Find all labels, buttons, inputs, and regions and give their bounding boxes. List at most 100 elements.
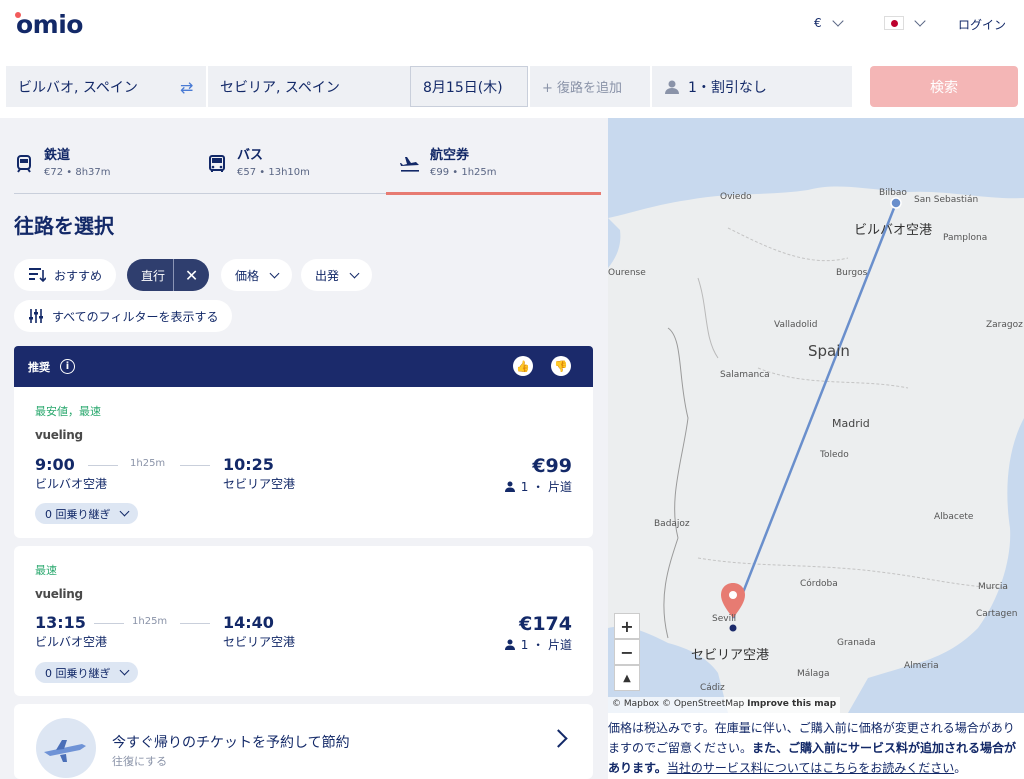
tab-label: 航空券	[430, 148, 470, 163]
transport-mode-tabs: 鉄道 €72 • 8h37m バス €57 • 13h10m 航空券 €99 •…	[14, 144, 601, 195]
map-label: Burgos	[836, 268, 868, 278]
promo-title: 今すぐ帰りのチケットを予約して節約	[112, 735, 350, 751]
duration: 1h25m	[132, 616, 168, 627]
destination-field[interactable]: セビリア, スペイン	[208, 66, 410, 107]
price-filter-chip[interactable]: 価格	[221, 259, 293, 291]
origin-airport-label: ビルバオ空港	[854, 223, 933, 238]
all-filters-chip[interactable]: すべてのフィルターを表示する	[14, 300, 233, 332]
map-attribution: © Mapbox © OpenStreetMap Improve this ma…	[608, 697, 841, 713]
origin-field[interactable]: ビルバオ, スペイン	[6, 66, 206, 107]
close-icon[interactable]: ✕	[173, 259, 209, 291]
stops-label: 0 回乗り継ぎ	[45, 666, 111, 680]
map-label: San Sebastián	[914, 195, 979, 205]
tab-train[interactable]: 鉄道 €72 • 8h37m	[14, 144, 111, 194]
language-selector[interactable]	[884, 15, 926, 30]
filter-sliders-icon	[29, 309, 43, 323]
promo-subtitle: 往復にする	[112, 755, 168, 768]
service-fee-link[interactable]: 当社のサービス料についてはこちらをお読みください	[667, 761, 954, 775]
sort-recommended-chip[interactable]: おすすめ	[14, 259, 117, 291]
top-bar: omio € ログイン	[0, 0, 1024, 56]
duration-line	[94, 623, 124, 624]
map-label: Córdoba	[800, 579, 838, 589]
login-link[interactable]: ログイン	[958, 16, 1006, 33]
chip-label: 価格	[235, 268, 260, 283]
plane-icon	[400, 157, 419, 172]
result-card[interactable]: 最速 vueling 13:15 1h25m 14:40 ビルバオ空港 セビリア…	[14, 546, 593, 696]
map-label: Sevill	[712, 614, 737, 624]
stops-badge[interactable]: 0 回乗り継ぎ	[35, 503, 138, 524]
chevron-down-icon	[119, 665, 129, 676]
chip-label: 直行	[141, 268, 166, 283]
chip-label: すべてのフィルターを表示する	[52, 309, 219, 324]
arrival-time: 14:40	[223, 613, 274, 632]
swap-icon[interactable]: ⇄	[180, 78, 193, 97]
omio-logo[interactable]: omio	[16, 10, 83, 39]
search-button[interactable]: 検索	[870, 66, 1018, 107]
thumbs-down-icon[interactable]: 👎	[551, 356, 571, 376]
currency-selector[interactable]: €	[814, 15, 844, 30]
duration-line	[180, 623, 210, 624]
duration-line	[180, 465, 210, 466]
map-label: Oviedo	[720, 192, 752, 202]
stops-badge[interactable]: 0 回乗り継ぎ	[35, 662, 138, 683]
map-label: Spain	[808, 342, 850, 360]
info-icon[interactable]: i	[60, 359, 75, 374]
map-label: Granada	[837, 638, 876, 648]
map-label: Salamanca	[720, 370, 770, 380]
departure-place: ビルバオ空港	[35, 635, 108, 649]
return-ticket-promo[interactable]: 今すぐ帰りのチケットを予約して節約 往復にする	[14, 704, 593, 779]
direct-filter-chip[interactable]: 直行 ✕	[127, 259, 210, 291]
passenger-label: 1・割引なし	[688, 79, 767, 96]
person-icon	[504, 481, 515, 492]
chevron-down-icon	[831, 15, 844, 27]
map-label: Badajoz	[654, 519, 690, 529]
zoom-out-button[interactable]: −	[614, 639, 640, 665]
return-date-field[interactable]: + 復路を追加	[530, 66, 650, 107]
improve-map-link[interactable]: Improve this map	[747, 699, 836, 709]
results-panel: 鉄道 €72 • 8h37m バス €57 • 13h10m 航空券 €99 •…	[0, 118, 608, 779]
map-label: Pamplona	[943, 233, 988, 243]
result-tag: 最安値，最速	[35, 405, 101, 418]
map-label: Valladolid	[774, 320, 818, 330]
price: €174	[519, 613, 572, 635]
tab-label: 鉄道	[44, 148, 71, 163]
bus-icon	[209, 155, 225, 172]
arrival-time: 10:25	[223, 455, 274, 474]
tab-flights[interactable]: 航空券 €99 • 1h25m	[386, 144, 601, 195]
departure-place: ビルバオ空港	[35, 477, 108, 491]
map-label: Almeria	[904, 661, 939, 671]
tab-price-duration: €57 • 13h10m	[237, 167, 310, 178]
departure-filter-chip[interactable]: 出発	[301, 259, 373, 291]
result-card[interactable]: 最安値，最速 vueling 9:00 1h25m 10:25 ビルバオ空港 セ…	[14, 387, 593, 538]
attribution-text: © Mapbox © OpenStreetMap	[612, 699, 745, 709]
zoom-in-button[interactable]: +	[614, 613, 640, 639]
pax-label: 1 ・ 片道	[520, 638, 572, 652]
tab-bus[interactable]: バス €57 • 13h10m	[207, 144, 310, 194]
arrival-place: セビリア空港	[223, 635, 296, 649]
map-label: Zaragoz	[986, 320, 1023, 330]
map-label: Murcia	[978, 582, 1008, 592]
duration-line	[88, 465, 118, 466]
route-map[interactable]: Oviedo Bilbao San Sebastián ビルバオ空港 Pampl…	[608, 118, 1024, 713]
tab-price-duration: €99 • 1h25m	[430, 167, 497, 178]
page-title: 往路を選択	[14, 214, 114, 238]
tab-label: バス	[237, 148, 264, 163]
map-label: Albacete	[934, 512, 974, 522]
date-field[interactable]: 8月15日(木)	[410, 66, 528, 107]
pax-label: 1 ・ 片道	[520, 480, 572, 494]
duration: 1h25m	[130, 458, 166, 469]
train-icon	[17, 155, 31, 173]
compass-icon[interactable]: ▲	[614, 665, 640, 691]
map-label: Toledo	[820, 450, 849, 460]
map-label: Madrid	[832, 417, 870, 430]
chevron-right-icon	[549, 729, 568, 748]
currency-label: €	[814, 16, 822, 30]
thumbs-up-icon[interactable]: 👍	[513, 356, 533, 376]
japan-flag-icon	[884, 16, 904, 30]
chevron-down-icon	[914, 15, 926, 27]
chip-label: 出発	[315, 268, 340, 283]
passenger-info: 1 ・ 片道	[504, 478, 572, 495]
passenger-field[interactable]: 1・割引なし	[652, 66, 852, 107]
sort-icon	[29, 268, 46, 283]
recommended-header: 推奨 i 👍 👎	[14, 346, 593, 387]
